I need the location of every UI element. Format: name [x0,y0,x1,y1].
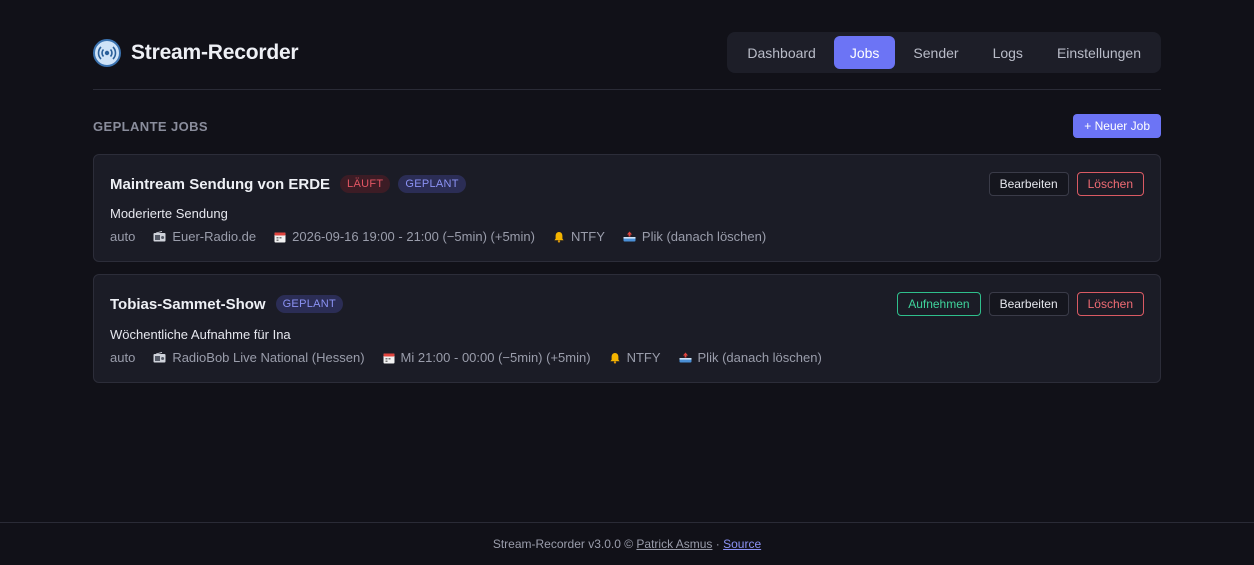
radio-icon [153,352,166,363]
delete-button[interactable]: Löschen [1076,292,1144,316]
delete-button[interactable]: Löschen [1076,172,1144,196]
job-notify-label: NTFY [626,350,661,365]
author-link[interactable]: Patrick Asmus [636,537,712,551]
job-card: Tobias-Sammet-Show GEPLANT Aufnehmen Bea… [93,274,1161,383]
record-button[interactable]: Aufnehmen [897,292,981,316]
job-station: Euer-Radio.de [153,229,256,244]
calendar-icon [383,352,395,364]
status-badge-planned: GEPLANT [275,295,344,313]
nav-settings[interactable]: Einstellungen [1041,36,1157,69]
edit-button[interactable]: Bearbeiten [988,172,1069,196]
app-header: Stream-Recorder Dashboard Jobs Sender Lo… [93,32,1161,73]
job-card-header: Maintream Sendung von ERDE LÄUFT GEPLANT… [110,171,1144,197]
job-title-wrap: Maintream Sendung von ERDE LÄUFT GEPLANT [110,175,466,193]
bell-icon [609,352,621,364]
job-actions: Aufnehmen Bearbeiten Löschen [897,292,1144,316]
job-title-wrap: Tobias-Sammet-Show GEPLANT [110,295,344,313]
calendar-icon [274,231,286,243]
footer: Stream-Recorder v3.0.0 © Patrick Asmus ·… [0,537,1254,551]
job-upload: Plik (danach löschen) [679,350,822,365]
status-badge-running: LÄUFT [340,175,391,193]
radio-tower-icon [93,38,121,67]
nav-jobs[interactable]: Jobs [833,36,896,69]
edit-button[interactable]: Bearbeiten [988,292,1069,316]
source-link[interactable]: Source [723,537,761,551]
job-schedule-label: 2026-09-16 19:00 - 21:00 (−5min) (+5min) [292,229,535,244]
job-notify-label: NTFY [570,229,605,244]
header-divider [93,89,1161,90]
job-description: Moderierte Sendung [110,206,228,221]
job-mode: auto [110,350,135,365]
nav-sender[interactable]: Sender [897,36,974,69]
job-actions: Bearbeiten Löschen [988,172,1144,196]
job-mode-label: auto [110,350,136,365]
footer-separator: · [712,537,724,551]
job-schedule: 2026-09-16 19:00 - 21:00 (−5min) (+5min) [274,229,535,244]
job-station-label: RadioBob Live National (Hessen) [172,350,365,365]
job-upload-label: Plik (danach löschen) [641,229,767,244]
job-notify: NTFY [553,229,605,244]
section-header: GEPLANTE JOBS + Neuer Job [93,114,1161,138]
bell-icon [553,231,565,243]
nav-dashboard[interactable]: Dashboard [731,36,832,69]
job-upload: Plik (danach löschen) [623,229,766,244]
new-job-button[interactable]: + Neuer Job [1073,114,1161,138]
job-title: Tobias-Sammet-Show [110,295,266,313]
job-card: Maintream Sendung von ERDE LÄUFT GEPLANT… [93,154,1161,262]
job-meta: auto RadioBob Live National (Hessen) Mi … [110,350,822,365]
upload-tray-icon [679,352,692,363]
job-station-label: Euer-Radio.de [172,229,257,244]
brand[interactable]: Stream-Recorder [93,38,299,67]
job-schedule-label: Mi 21:00 - 00:00 (−5min) (+5min) [400,350,591,365]
job-meta: auto Euer-Radio.de 2026-09-16 19:00 - 21… [110,229,766,244]
footer-divider [0,522,1254,523]
job-schedule: Mi 21:00 - 00:00 (−5min) (+5min) [383,350,591,365]
status-badge-planned: GEPLANT [398,175,466,193]
job-card-header: Tobias-Sammet-Show GEPLANT Aufnehmen Bea… [110,291,1144,317]
app-title: Stream-Recorder [131,40,299,64]
job-title: Maintream Sendung von ERDE [110,175,331,193]
footer-version: Stream-Recorder v3.0.0 © [492,537,637,551]
section-title: GEPLANTE JOBS [93,118,208,134]
upload-tray-icon [623,231,636,242]
main-nav: Dashboard Jobs Sender Logs Einstellungen [727,32,1161,73]
nav-logs[interactable]: Logs [977,36,1039,69]
job-notify: NTFY [609,350,661,365]
job-description: Wöchentliche Aufnahme für Ina [110,327,291,342]
job-mode: auto [110,229,135,244]
page: Stream-Recorder Dashboard Jobs Sender Lo… [0,0,1254,565]
job-mode-label: auto [110,229,136,244]
job-station: RadioBob Live National (Hessen) [153,350,365,365]
radio-icon [153,231,166,242]
job-upload-label: Plik (danach löschen) [697,350,822,365]
